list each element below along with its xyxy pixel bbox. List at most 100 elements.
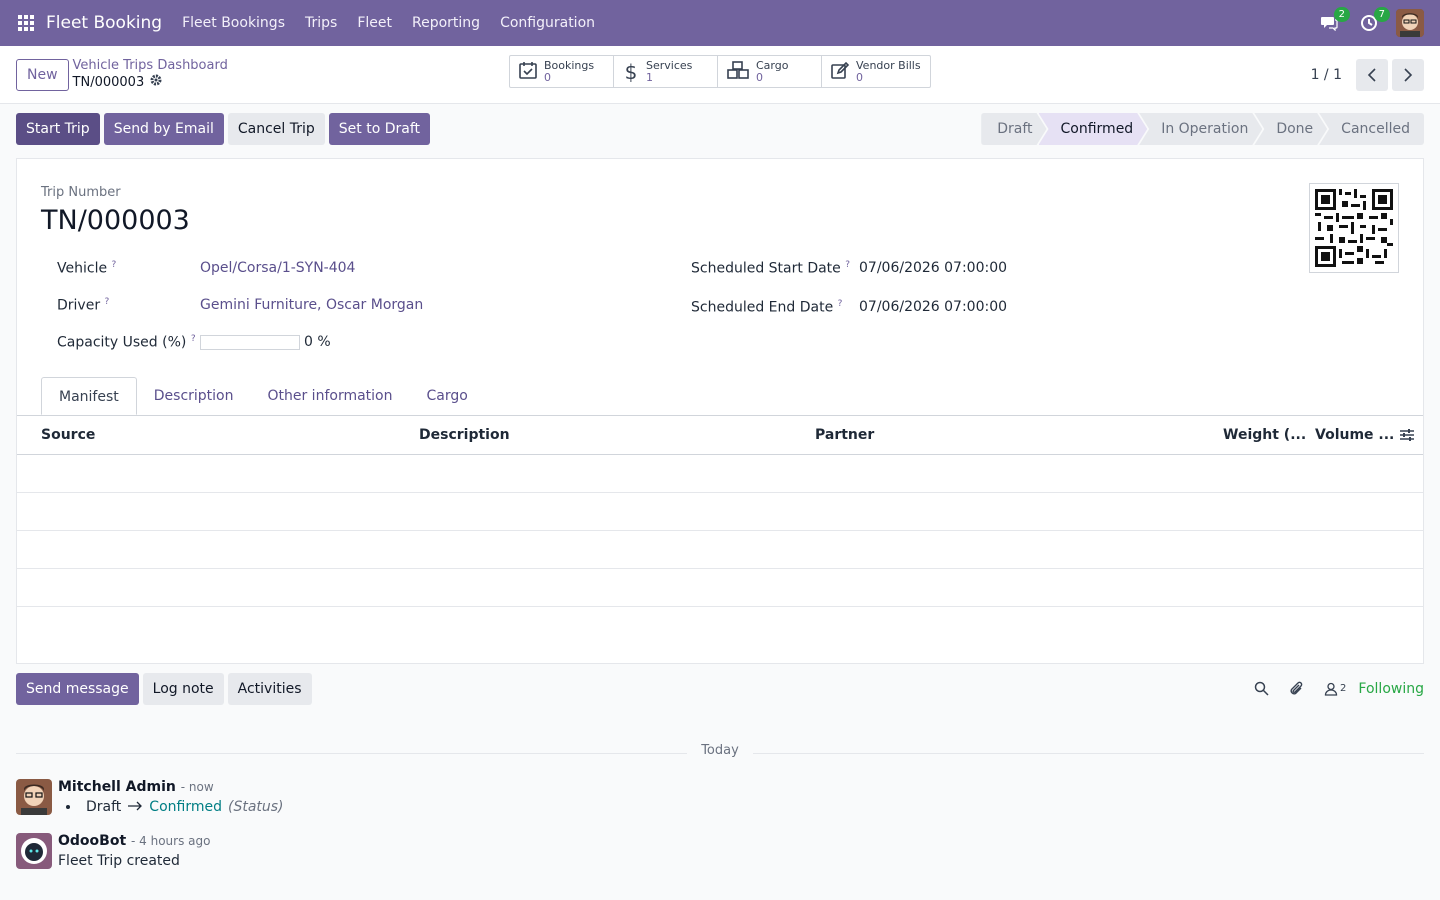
paperclip-icon[interactable] [1289,681,1304,697]
column-description[interactable]: Description [419,427,510,443]
smart-label-bookings: Bookings [544,58,595,72]
smart-value-cargo: 0 [756,70,763,84]
date-separator-label: Today [687,743,753,758]
driver-field: Driver ? Gemini Furniture, Oscar Morgan [57,297,423,314]
followers-count: 2 [1340,683,1347,694]
status-stages: Draft Confirmed In Operation Done Cancel… [981,113,1424,145]
chevron-left-icon [1367,68,1376,82]
app-brand[interactable]: Fleet Booking [46,13,162,33]
driver-value[interactable]: Gemini Furniture, Oscar Morgan [200,297,423,313]
form-sheet: Trip Number TN/000003 Vehicle ? Opel/Cor… [16,158,1424,664]
stage-draft[interactable]: Draft [981,113,1046,145]
tracking-field-name: (Status) [227,799,284,815]
menu-trips[interactable]: Trips [295,0,347,46]
smart-button-services[interactable]: $ Services 1 [614,56,718,87]
cubes-icon [726,60,750,84]
message-body: Fleet Trip created [58,853,180,869]
menu-reporting[interactable]: Reporting [402,0,490,46]
menu-fleet-bookings[interactable]: Fleet Bookings [172,0,295,46]
avatar[interactable] [16,779,52,815]
column-volume[interactable]: Volume ... [1315,427,1394,443]
apps-menu-icon[interactable] [0,0,52,46]
activities-icon[interactable]: 7 [1356,7,1390,36]
column-weight[interactable]: Weight (... [1223,427,1306,443]
stage-in-operation[interactable]: In Operation [1139,113,1262,145]
messages-badge: 2 [1333,7,1350,22]
stage-confirmed[interactable]: Confirmed [1039,113,1148,145]
vehicle-field: Vehicle ? Opel/Corsa/1-SYN-404 [57,260,355,277]
gear-icon[interactable] [150,74,162,91]
column-source[interactable]: Source [41,427,95,443]
set-to-draft-button[interactable]: Set to Draft [328,113,431,145]
table-row [17,531,1423,569]
search-icon[interactable] [1254,681,1269,696]
trip-number-title[interactable]: TN/000003 [41,205,190,236]
column-partner[interactable]: Partner [815,427,874,443]
menu-fleet[interactable]: Fleet [347,0,402,46]
tracking-old-value: Draft [86,799,122,815]
tab-manifest[interactable]: Manifest [41,377,137,415]
top-navbar: Fleet Booking Fleet Bookings Trips Fleet… [0,0,1440,46]
message-author[interactable]: OdooBot [58,833,126,849]
dollar-icon: $ [624,59,638,84]
tab-other-information[interactable]: Other information [250,377,409,415]
tab-description[interactable]: Description [137,377,251,415]
pager-value[interactable]: 1 / 1 [1311,67,1342,83]
smart-button-cargo[interactable]: Cargo 0 [718,56,822,87]
smart-value-vendor-bills: 0 [856,70,863,84]
smart-label-vendor-bills: Vendor Bills [856,58,921,72]
message-time: - 4 hours ago [131,834,211,848]
smart-button-bookings[interactable]: Bookings 0 [510,56,614,87]
start-trip-button[interactable]: Start Trip [16,113,100,145]
start-date-value[interactable]: 07/06/2026 07:00:00 [859,260,1007,276]
vehicle-value[interactable]: Opel/Corsa/1-SYN-404 [200,260,355,276]
stage-done[interactable]: Done [1254,113,1327,145]
table-row [17,455,1423,493]
capacity-progress-bar [200,334,300,350]
breadcrumb-current: TN/000003 [73,74,228,91]
start-date-label: Scheduled Start Date ? [691,260,851,277]
menu-configuration[interactable]: Configuration [490,0,605,46]
calendar-check-icon [518,60,538,84]
capacity-field: Capacity Used (%) ? 0 % [57,334,331,351]
activities-button[interactable]: Activities [227,672,312,705]
send-by-email-button[interactable]: Send by Email [103,113,224,145]
followers-icon[interactable]: 2 [1324,682,1346,696]
arrow-right-icon [127,799,143,815]
breadcrumb-parent[interactable]: Vehicle Trips Dashboard [73,58,228,74]
end-date-value[interactable]: 07/06/2026 07:00:00 [859,299,1007,315]
start-date-field: Scheduled Start Date ? 07/06/2026 07:00:… [691,260,1007,277]
table-row [17,569,1423,607]
message-time: - now [180,780,214,794]
messages-icon[interactable]: 2 [1316,7,1350,36]
avatar[interactable] [16,833,52,869]
pager-previous-button[interactable] [1356,59,1388,91]
tab-cargo[interactable]: Cargo [410,377,485,415]
cancel-trip-button[interactable]: Cancel Trip [227,113,325,145]
end-date-field: Scheduled End Date ? 07/06/2026 07:00:00 [691,299,1007,316]
new-button[interactable]: New [16,58,69,91]
smart-value-bookings: 0 [544,70,551,84]
log-note-button[interactable]: Log note [142,672,224,705]
message-author[interactable]: Mitchell Admin [58,779,176,795]
chatter-toolbar: Send message Log note Activities 2 Follo… [0,672,1440,705]
date-separator: Today [16,743,1424,763]
tracking-value: Draft Confirmed (Status) [66,799,284,815]
breadcrumb: Vehicle Trips Dashboard TN/000003 [73,58,228,91]
pager-next-button[interactable] [1392,59,1424,91]
user-avatar[interactable] [1396,9,1424,37]
send-message-button[interactable]: Send message [16,672,139,705]
tracking-new-value: Confirmed [149,799,222,815]
smart-buttons: Bookings 0 $ Services 1 Cargo 0 Vendor Bill… [509,55,931,88]
following-button[interactable]: Following [1358,681,1424,697]
chatter-message: Mitchell Admin - now Draft Confirmed (St… [16,779,1424,815]
smart-value-services: 1 [646,70,653,84]
trip-number-label: Trip Number [41,185,121,200]
form-tabs: Manifest Description Other information C… [41,377,485,415]
activities-badge: 7 [1373,7,1390,22]
smart-button-vendor-bills[interactable]: Vendor Bills 0 [822,56,930,87]
optional-columns-icon[interactable] [1399,428,1415,446]
vehicle-label: Vehicle ? [57,260,117,277]
manifest-table-header: Source Description Partner Weight (... V… [17,416,1423,455]
stage-cancelled[interactable]: Cancelled [1319,113,1424,145]
